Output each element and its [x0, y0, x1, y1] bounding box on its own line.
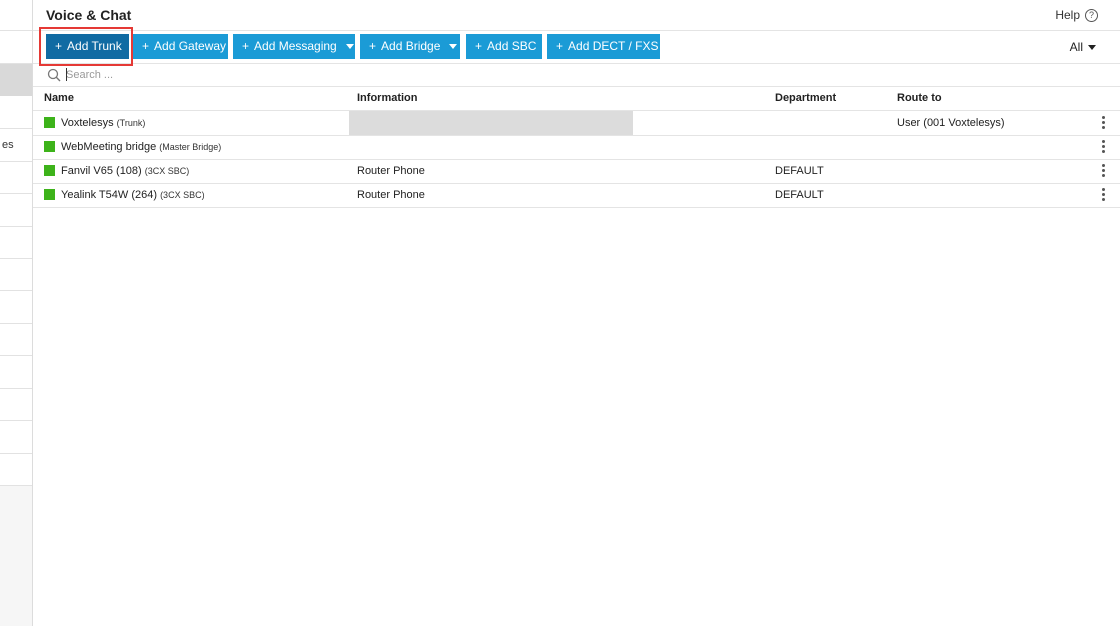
add-messaging-button[interactable]: + Add Messaging — [233, 34, 355, 59]
help-label[interactable]: Help — [1055, 8, 1080, 22]
table-row[interactable]: WebMeeting bridge (Master Bridge) — [33, 135, 1120, 160]
column-header-department[interactable]: Department — [775, 92, 836, 104]
add-trunk-button[interactable]: + Add Trunk — [46, 34, 129, 59]
plus-icon: + — [242, 39, 250, 53]
question-circle-icon[interactable]: ? — [1085, 8, 1098, 22]
row-information: Router Phone — [357, 189, 425, 201]
sidebar-item[interactable] — [0, 31, 32, 64]
add-sbc-label: Add SBC — [487, 39, 537, 53]
table-row[interactable]: Fanvil V65 (108) (3CX SBC) Router Phone … — [33, 159, 1120, 184]
caret-down-icon — [345, 44, 354, 50]
row-type: (3CX SBC) — [160, 190, 205, 200]
plus-icon: + — [55, 39, 63, 53]
row-name: WebMeeting bridge (Master Bridge) — [61, 141, 221, 153]
row-name: Voxtelesys (Trunk) — [61, 117, 145, 129]
more-options-icon[interactable] — [1102, 164, 1105, 179]
row-name-text: Fanvil V65 (108) — [61, 165, 142, 177]
search-input[interactable] — [66, 66, 366, 83]
status-indicator — [44, 141, 55, 152]
more-options-icon[interactable] — [1102, 140, 1105, 155]
plus-icon: + — [369, 39, 377, 53]
sidebar-item[interactable] — [0, 388, 32, 421]
table-header: Name Information Department Route to — [33, 87, 1120, 111]
add-dect-fxs-button[interactable]: + Add DECT / FXS — [547, 34, 660, 59]
help-link[interactable]: Help ? — [1055, 8, 1098, 22]
row-department: DEFAULT — [775, 189, 824, 201]
status-indicator — [44, 117, 55, 128]
table-row[interactable]: Yealink T54W (264) (3CX SBC) Router Phon… — [33, 183, 1120, 208]
redacted-information — [349, 111, 633, 135]
row-type: (3CX SBC) — [144, 166, 190, 176]
search-bar — [33, 64, 1120, 87]
row-name-text: Yealink T54W (264) — [61, 189, 157, 201]
sidebar-item-active[interactable] — [0, 64, 32, 96]
search-icon — [47, 68, 61, 82]
caret-down-icon — [1088, 45, 1096, 51]
more-options-icon[interactable] — [1102, 116, 1105, 131]
table-row[interactable]: Voxtelesys (Trunk) User (001 Voxtelesys) — [33, 111, 1120, 136]
sidebar-item[interactable] — [0, 161, 32, 194]
toolbar: + Add Trunk + Add Gateway + Add Messaging +… — [33, 27, 1120, 66]
plus-icon: + — [475, 39, 483, 53]
row-name-text: Voxtelesys — [61, 117, 114, 129]
main-panel: Voice & Chat Help ? + Add Trunk + Add Gate… — [33, 0, 1120, 626]
add-sbc-button[interactable]: + Add SBC — [466, 34, 542, 59]
status-indicator — [44, 189, 55, 200]
page-title: Voice & Chat — [46, 7, 132, 23]
sidebar-item[interactable] — [0, 356, 32, 389]
column-header-route-to[interactable]: Route to — [897, 92, 942, 104]
row-department: DEFAULT — [775, 165, 824, 177]
sidebar-item[interactable] — [0, 453, 32, 486]
column-header-name[interactable]: Name — [44, 92, 74, 104]
row-type: (Trunk) — [116, 118, 146, 128]
row-name: Yealink T54W (264) (3CX SBC) — [61, 189, 205, 201]
status-indicator — [44, 165, 55, 176]
sidebar-item[interactable] — [0, 194, 32, 227]
add-dect-fxs-label: Add DECT / FXS — [568, 39, 659, 53]
add-trunk-label: Add Trunk — [67, 39, 122, 53]
sidebar-item[interactable] — [0, 226, 32, 259]
row-type: (Master Bridge) — [159, 142, 222, 152]
plus-icon: + — [556, 39, 564, 53]
plus-icon: + — [142, 39, 150, 53]
row-name: Fanvil V65 (108) (3CX SBC) — [61, 165, 189, 177]
filter-dropdown[interactable]: All — [1070, 40, 1096, 54]
sidebar-item[interactable] — [0, 323, 32, 356]
sidebar-item-label[interactable]: es — [2, 139, 14, 151]
filter-label[interactable]: All — [1070, 40, 1083, 54]
sidebar-item[interactable] — [0, 258, 32, 291]
row-name-text: WebMeeting bridge — [61, 141, 157, 153]
sidebar-empty-area — [0, 486, 32, 626]
add-messaging-label: Add Messaging — [254, 39, 337, 53]
row-information: Router Phone — [357, 165, 425, 177]
caret-down-icon — [449, 44, 458, 50]
column-header-information[interactable]: Information — [357, 92, 418, 104]
left-sidebar: es — [0, 0, 33, 626]
add-gateway-label: Add Gateway — [154, 39, 227, 53]
row-route-to: User (001 Voxtelesys) — [897, 117, 1005, 129]
sidebar-item[interactable] — [0, 291, 32, 324]
add-gateway-button[interactable]: + Add Gateway — [133, 34, 228, 59]
sidebar-item[interactable] — [0, 421, 32, 454]
text-cursor — [66, 68, 67, 81]
more-options-icon[interactable] — [1102, 188, 1105, 203]
title-bar: Voice & Chat Help ? — [33, 0, 1120, 31]
add-bridge-button[interactable]: + Add Bridge — [360, 34, 460, 59]
sidebar-item[interactable] — [0, 0, 32, 31]
add-bridge-label: Add Bridge — [381, 39, 441, 53]
sidebar-item[interactable] — [0, 96, 32, 129]
